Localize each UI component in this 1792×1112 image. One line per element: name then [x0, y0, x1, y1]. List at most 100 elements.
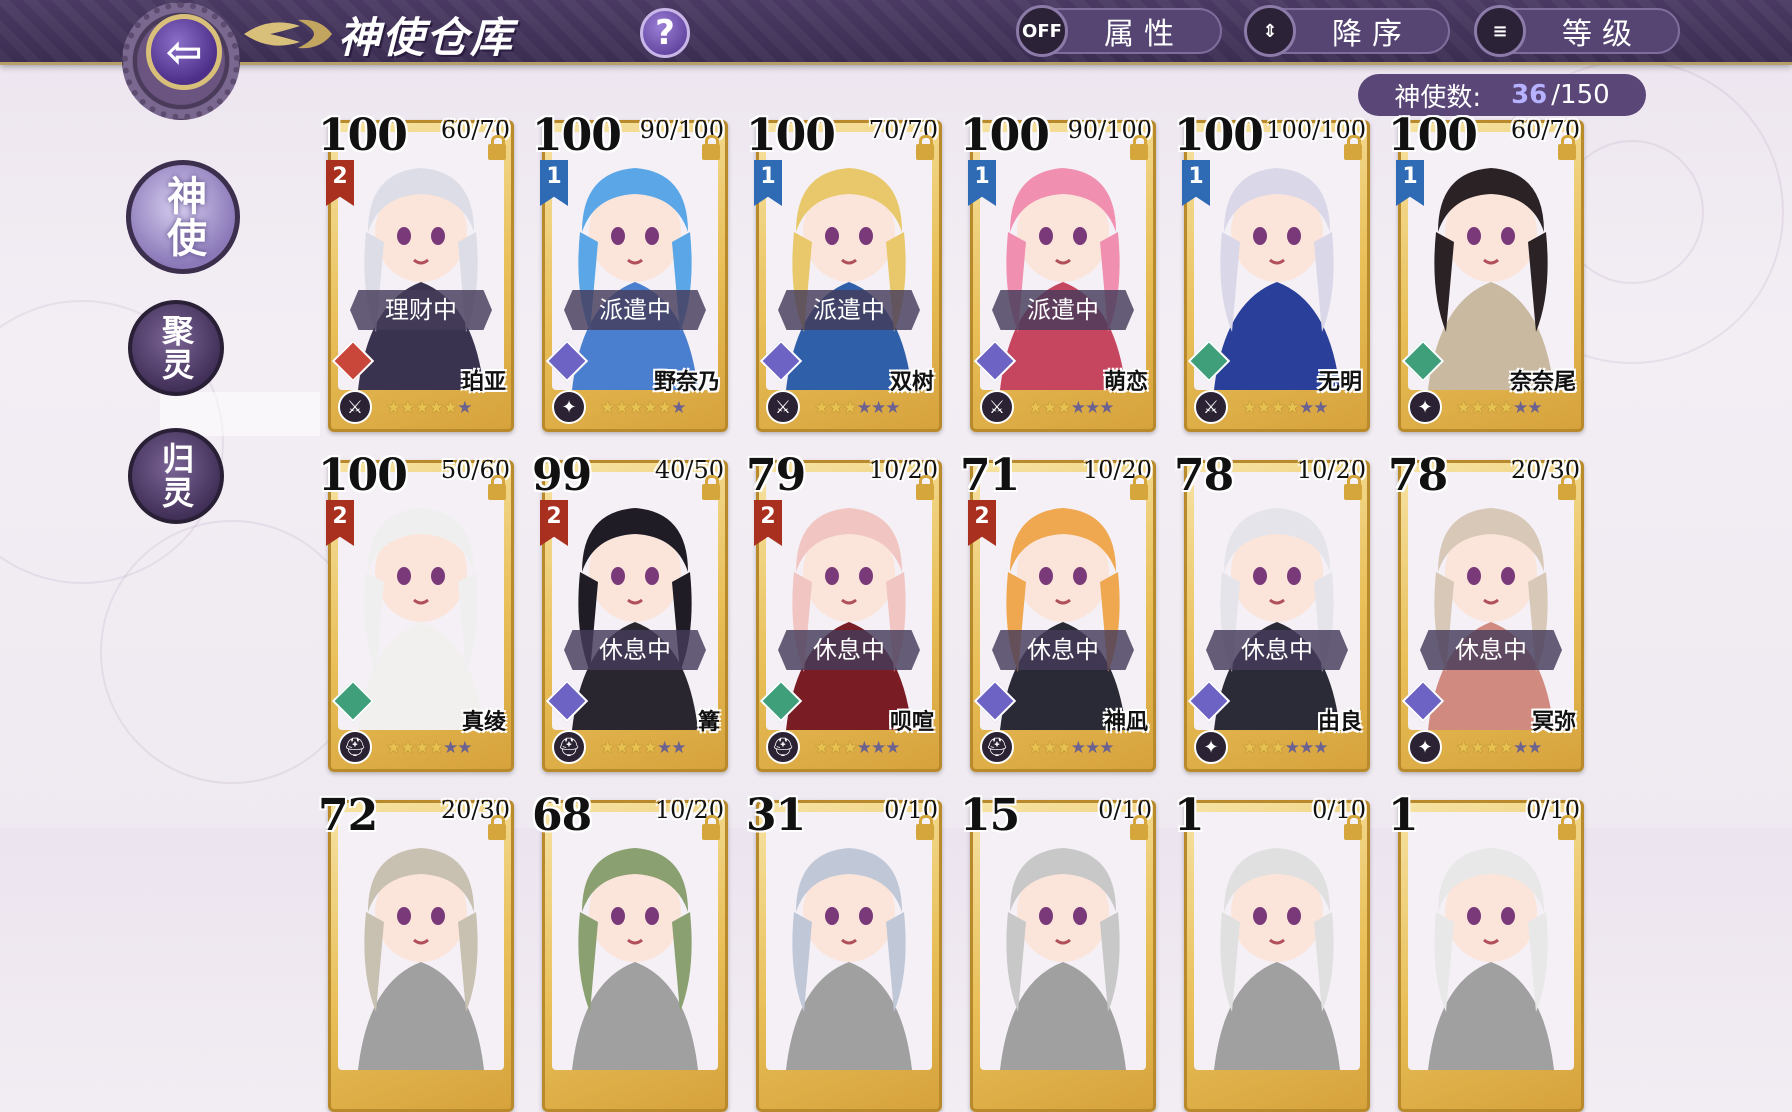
unit-card[interactable]: 100 90/100 1 派遣中 ⚔ 萌恋 ★★★★★★ — [960, 110, 1156, 432]
star-icon: ★ — [842, 738, 858, 758]
title-ornament — [244, 19, 332, 49]
claw-icon: ✦ — [1408, 390, 1442, 424]
star-rating: ★★★★★★ — [600, 738, 687, 758]
star-icon: ★ — [1313, 398, 1328, 418]
unit-card[interactable]: 100 50/60 2 ⛑ 真绫 ★★★★★★ — [318, 450, 514, 772]
character-name: 由良 — [1317, 709, 1362, 735]
character-name: 珀亚 — [461, 369, 506, 395]
star-rating: ★★★★★★ — [386, 738, 473, 758]
nav-juling-button[interactable]: 聚灵 — [128, 300, 224, 396]
star-icon: ★ — [428, 738, 444, 758]
unit-card[interactable]: 71 10/20 2 休息中 ⛑ 神凪 ★★★★★★ — [960, 450, 1156, 772]
unit-card[interactable]: 31 0/10 — [746, 790, 942, 1112]
back-button[interactable]: ⇦ — [146, 14, 222, 90]
unit-card[interactable]: 100 60/70 1 ✦ 奈奈尾 ★★★★★★ — [1388, 110, 1584, 432]
star-icon: ★ — [1085, 738, 1100, 758]
unit-card[interactable]: 78 20/30 休息中 ✦ 冥弥 ★★★★★★ — [1388, 450, 1584, 772]
nav-guiling-button[interactable]: 归灵 — [128, 428, 224, 524]
unit-card[interactable]: 68 10/20 — [532, 790, 728, 1112]
lock-icon — [1344, 135, 1362, 160]
background-circle — [100, 520, 364, 784]
star-icon: ★ — [657, 738, 672, 758]
star-rating: ★★★★★★ — [814, 738, 901, 758]
star-rating: ★★★★★★ — [1242, 738, 1329, 758]
level-text: 100 — [532, 110, 622, 161]
star-icon: ★ — [443, 398, 458, 418]
lock-icon — [1344, 475, 1362, 500]
level-text: 71 — [960, 450, 1020, 501]
sword-icon: ⚔ — [980, 390, 1014, 424]
character-name: 奈奈尾 — [1509, 369, 1576, 395]
level-text: 78 — [1388, 450, 1448, 501]
star-icon: ★ — [428, 398, 444, 418]
help-button[interactable]: ? — [640, 8, 690, 58]
unit-card[interactable]: 100 90/100 1 派遣中 ✦ 野奈乃 ★★★★★★ — [532, 110, 728, 432]
status-badge: 派遣中 — [778, 290, 920, 330]
unit-card[interactable]: 100 60/70 2 理财中 ⚔ 珀亚 ★★★★★★ — [318, 110, 514, 432]
star-icon: ★ — [614, 738, 629, 758]
status-badge: 休息中 — [778, 630, 920, 670]
star-rating: ★★★★★★ — [1456, 738, 1543, 758]
star-icon: ★ — [628, 738, 644, 758]
unit-card[interactable]: 100 100/100 1 ⚔ 无明 ★★★★★★ — [1174, 110, 1370, 432]
unit-card[interactable]: 79 10/20 2 休息中 ⛑ 呗喧 ★★★★★★ — [746, 450, 942, 772]
sword-icon: ⚔ — [1194, 390, 1228, 424]
character-name: 双树 — [889, 369, 934, 395]
star-icon: ★ — [1085, 398, 1100, 418]
sort-field-button[interactable]: ≡ 等级 — [1474, 5, 1680, 57]
star-icon: ★ — [1256, 398, 1271, 418]
helm-icon: ⛑ — [980, 730, 1014, 764]
star-icon: ★ — [628, 398, 644, 418]
level-text: 100 — [318, 450, 408, 501]
unit-card[interactable]: 100 70/70 1 派遣中 ⚔ 双树 ★★★★★★ — [746, 110, 942, 432]
filter-toggle[interactable]: OFF — [1016, 5, 1068, 57]
star-icon: ★ — [1498, 738, 1514, 758]
character-name: 冥弥 — [1531, 709, 1576, 735]
lock-icon — [1344, 815, 1362, 840]
star-icon: ★ — [885, 398, 900, 418]
status-badge: 派遣中 — [992, 290, 1134, 330]
star-icon: ★ — [1242, 398, 1257, 418]
status-badge: 休息中 — [564, 630, 706, 670]
nav-shenshi-button[interactable]: 神使 — [126, 160, 240, 274]
star-icon: ★ — [856, 738, 872, 758]
unit-card[interactable]: 78 10/20 休息中 ✦ 由良 ★★★★★★ — [1174, 450, 1370, 772]
unit-card[interactable]: 72 20/30 — [318, 790, 514, 1112]
star-rating: ★★★★★★ — [600, 398, 687, 418]
star-icon: ★ — [414, 398, 430, 418]
star-icon: ★ — [1470, 398, 1485, 418]
star-icon: ★ — [386, 398, 401, 418]
lock-icon — [488, 135, 506, 160]
attribute-filter-label: 属性 — [1104, 17, 1184, 52]
star-icon: ★ — [842, 398, 858, 418]
level-text: 78 — [1174, 450, 1234, 501]
nav-juling-label: 聚灵 — [157, 314, 195, 382]
attribute-filter-button[interactable]: OFF 属性 — [1016, 5, 1222, 57]
star-icon: ★ — [1470, 738, 1485, 758]
star-icon: ★ — [1070, 738, 1086, 758]
sort-order-label: 降序 — [1332, 17, 1412, 52]
star-icon: ★ — [871, 738, 886, 758]
level-text: 72 — [318, 790, 378, 841]
star-icon: ★ — [1056, 398, 1072, 418]
star-rating: ★★★★★★ — [1242, 398, 1329, 418]
star-icon: ★ — [1513, 398, 1528, 418]
star-icon: ★ — [1484, 398, 1500, 418]
unit-card[interactable]: 99 40/50 2 休息中 ⛑ 篝 ★★★★★★ — [532, 450, 728, 772]
page-title: 神使仓库 — [338, 13, 515, 62]
sort-order-button[interactable]: ⇕ 降序 — [1244, 5, 1450, 57]
unit-card[interactable]: 15 0/10 — [960, 790, 1156, 1112]
character-name: 萌恋 — [1103, 369, 1148, 395]
unit-card[interactable]: 1 0/10 — [1174, 790, 1370, 1112]
lock-icon — [1558, 815, 1576, 840]
star-icon: ★ — [457, 738, 472, 758]
sword-icon: ⚔ — [766, 390, 800, 424]
star-icon: ★ — [1028, 738, 1043, 758]
star-icon: ★ — [614, 398, 629, 418]
star-icon: ★ — [814, 398, 829, 418]
star-icon: ★ — [871, 398, 886, 418]
level-text: 99 — [532, 450, 592, 501]
status-badge: 休息中 — [1420, 630, 1562, 670]
level-text: 79 — [746, 450, 806, 501]
unit-card[interactable]: 1 0/10 — [1388, 790, 1584, 1112]
